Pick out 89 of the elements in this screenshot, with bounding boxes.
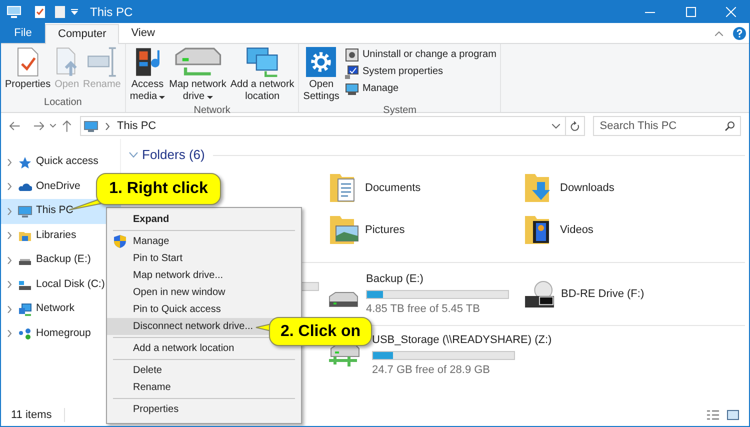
ribbon-tab[interactable]: File [1,23,45,43]
close-icon[interactable] [726,7,736,17]
star-icon [18,156,32,169]
collapse-icon[interactable] [129,152,138,158]
media-device-icon [134,47,160,77]
folder-item[interactable]: Documents [329,167,524,209]
drive-icon [174,47,222,77]
expand-icon[interactable] [7,281,12,288]
search-icon[interactable] [724,121,735,131]
menu-item[interactable]: Rename [107,379,301,396]
expand-icon[interactable] [7,330,12,338]
ribbon-button[interactable]: Add a network location [230,47,294,103]
ribbon-button[interactable]: Open Settings [303,47,340,103]
ribbon-button[interactable]: Access media [130,47,166,103]
expand-icon[interactable] [7,306,12,313]
nav-item[interactable]: Network [1,297,79,322]
folder-item[interactable]: Downloads [524,167,719,209]
back-icon[interactable] [9,121,21,131]
up-icon[interactable] [62,120,72,132]
drive-icon [18,278,32,292]
expand-icon[interactable] [7,208,12,215]
document-arrow-icon [56,47,78,77]
menu-item[interactable]: Map network drive... [107,267,301,284]
nav-item[interactable]: Quick access [1,150,102,174]
checklist-icon [16,47,39,77]
expand-icon[interactable] [7,183,12,190]
nav-item[interactable]: Libraries [1,224,80,248]
checklist-icon[interactable] [35,6,45,18]
caret-icon[interactable] [159,96,166,98]
callout: 2. Click on [269,317,372,346]
group-label: Network [194,104,230,118]
text-box-icon [86,47,117,77]
ribbon-button[interactable]: System properties [345,64,496,79]
maximize-icon[interactable] [686,7,696,17]
program-icon [345,48,360,62]
people-icon [18,327,32,340]
address-bar[interactable]: This PC [80,116,566,136]
computer-icon [18,204,32,218]
ribbon-button[interactable]: Uninstall or change a program [345,47,496,62]
drive-item[interactable]: Backup (E:) 4.85 TB free of 5.45 TB [329,271,524,317]
expand-icon[interactable] [7,158,12,166]
group-label: Location [44,96,82,110]
dropdown-icon[interactable] [71,9,78,15]
folder-icon [18,229,32,242]
menu-item[interactable]: Open in new window [107,284,301,301]
monitors-icon [246,47,279,77]
nav-item[interactable]: Homegroup [1,322,95,346]
folder-item[interactable]: Videos [524,209,719,251]
optical-drive-icon [524,280,555,308]
menu-item[interactable]: Pin to Quick access [107,301,301,318]
hard-drive-icon [329,292,358,306]
menu-item[interactable]: Manage [107,233,301,250]
ribbon-button[interactable]: Map network drive [169,47,226,103]
expand-icon[interactable] [7,256,12,264]
ribbon-button[interactable]: Manage [345,81,496,96]
computer-icon [7,6,21,18]
section-header[interactable]: Folders (6) [142,145,205,165]
ribbon-tab[interactable]: View [119,23,167,43]
menu-item[interactable]: Pin to Start [107,250,301,267]
picture-folder-icon [329,215,359,245]
nav-item[interactable]: OneDrive [1,174,84,199]
details-view-icon[interactable] [707,410,719,420]
forward-icon[interactable] [32,121,44,131]
recent-locations-icon[interactable] [50,124,56,128]
menu-item[interactable]: Properties [107,401,301,418]
monitor-icon [345,82,360,96]
group-label: System [383,104,417,118]
ribbon-tab[interactable]: Computer [45,24,120,44]
menu-item[interactable]: Delete [107,362,301,379]
network-icon [18,302,32,316]
search-field[interactable]: Search This PC [592,116,741,136]
drive-item[interactable]: BD-RE Drive (F:) [524,280,719,308]
nav-item[interactable]: Backup (E:) [1,248,95,272]
collapse-ribbon-icon[interactable] [715,30,723,36]
caret-icon[interactable] [206,96,213,98]
settings-icon [306,47,336,77]
refresh-button[interactable] [565,116,585,136]
caret-icon[interactable] [552,124,560,128]
refresh-icon[interactable] [570,120,580,132]
nav-item[interactable]: Local Disk (C:) [1,272,109,297]
window-title: This PC [90,4,133,21]
monitor-check-icon [345,64,360,78]
ribbon-button[interactable]: Properties [5,47,51,95]
help-icon[interactable] [733,26,746,40]
large-icons-view-icon[interactable] [727,410,739,420]
shield-icon [114,235,126,248]
item-count: 11 items [11,408,52,423]
folder-item[interactable]: Pictures [329,209,524,251]
expand-icon[interactable] [7,232,12,240]
